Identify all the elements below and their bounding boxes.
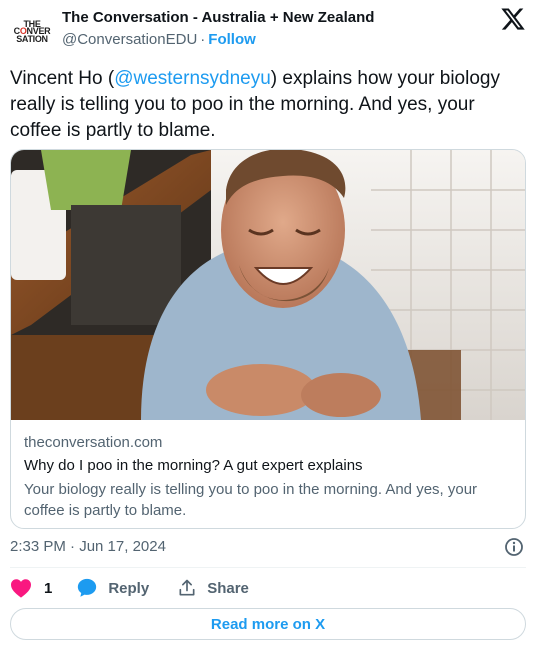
info-icon[interactable]	[504, 537, 524, 557]
action-bar: 1 Reply Share	[10, 576, 249, 600]
tweet-text-before: Vincent Ho (	[10, 68, 115, 89]
author-avatar[interactable]: THE CONVER SATION	[10, 10, 54, 54]
tweet-timestamp[interactable]: 2:33 PM · Jun 17, 2024	[10, 538, 166, 555]
tweet-text: Vincent Ho (@westernsydneyu) explains ho…	[10, 66, 530, 144]
handle-separator: ·	[200, 31, 206, 48]
like-count: 1	[44, 579, 53, 597]
link-preview-card[interactable]: theconversation.com Why do I poo in the …	[10, 149, 526, 529]
mention-link[interactable]: @westernsydneyu	[114, 68, 271, 89]
heart-icon	[11, 579, 31, 598]
author-handle-row: @ConversationEDU · Follow	[62, 31, 256, 48]
share-upload-icon	[179, 579, 195, 596]
card-meta: theconversation.com Why do I poo in the …	[24, 434, 514, 521]
speech-bubble-icon	[78, 578, 97, 597]
reply-button[interactable]: Reply	[76, 576, 149, 600]
divider	[10, 567, 526, 568]
card-description: Your biology really is telling you to po…	[24, 481, 478, 519]
author-handle[interactable]: @ConversationEDU	[62, 31, 197, 48]
reply-label: Reply	[108, 579, 150, 597]
avatar-text-line-3: SATION	[16, 33, 48, 44]
read-more-button[interactable]: Read more on X	[10, 608, 526, 640]
like-button[interactable]: 1	[10, 576, 52, 600]
x-logo-icon[interactable]	[500, 6, 526, 32]
share-button[interactable]: Share	[177, 576, 249, 600]
author-display-name[interactable]: The Conversation - Australia + New Zeala…	[62, 9, 374, 26]
follow-link[interactable]: Follow	[208, 31, 256, 48]
card-photo-illustration	[11, 150, 525, 420]
card-domain: theconversation.com	[24, 434, 163, 451]
card-title: Why do I poo in the morning? A gut exper…	[24, 457, 363, 474]
card-image[interactable]	[11, 150, 525, 420]
share-label: Share	[207, 579, 249, 597]
tweet-embed: THE CONVER SATION The Conversation - Aus…	[0, 0, 537, 650]
